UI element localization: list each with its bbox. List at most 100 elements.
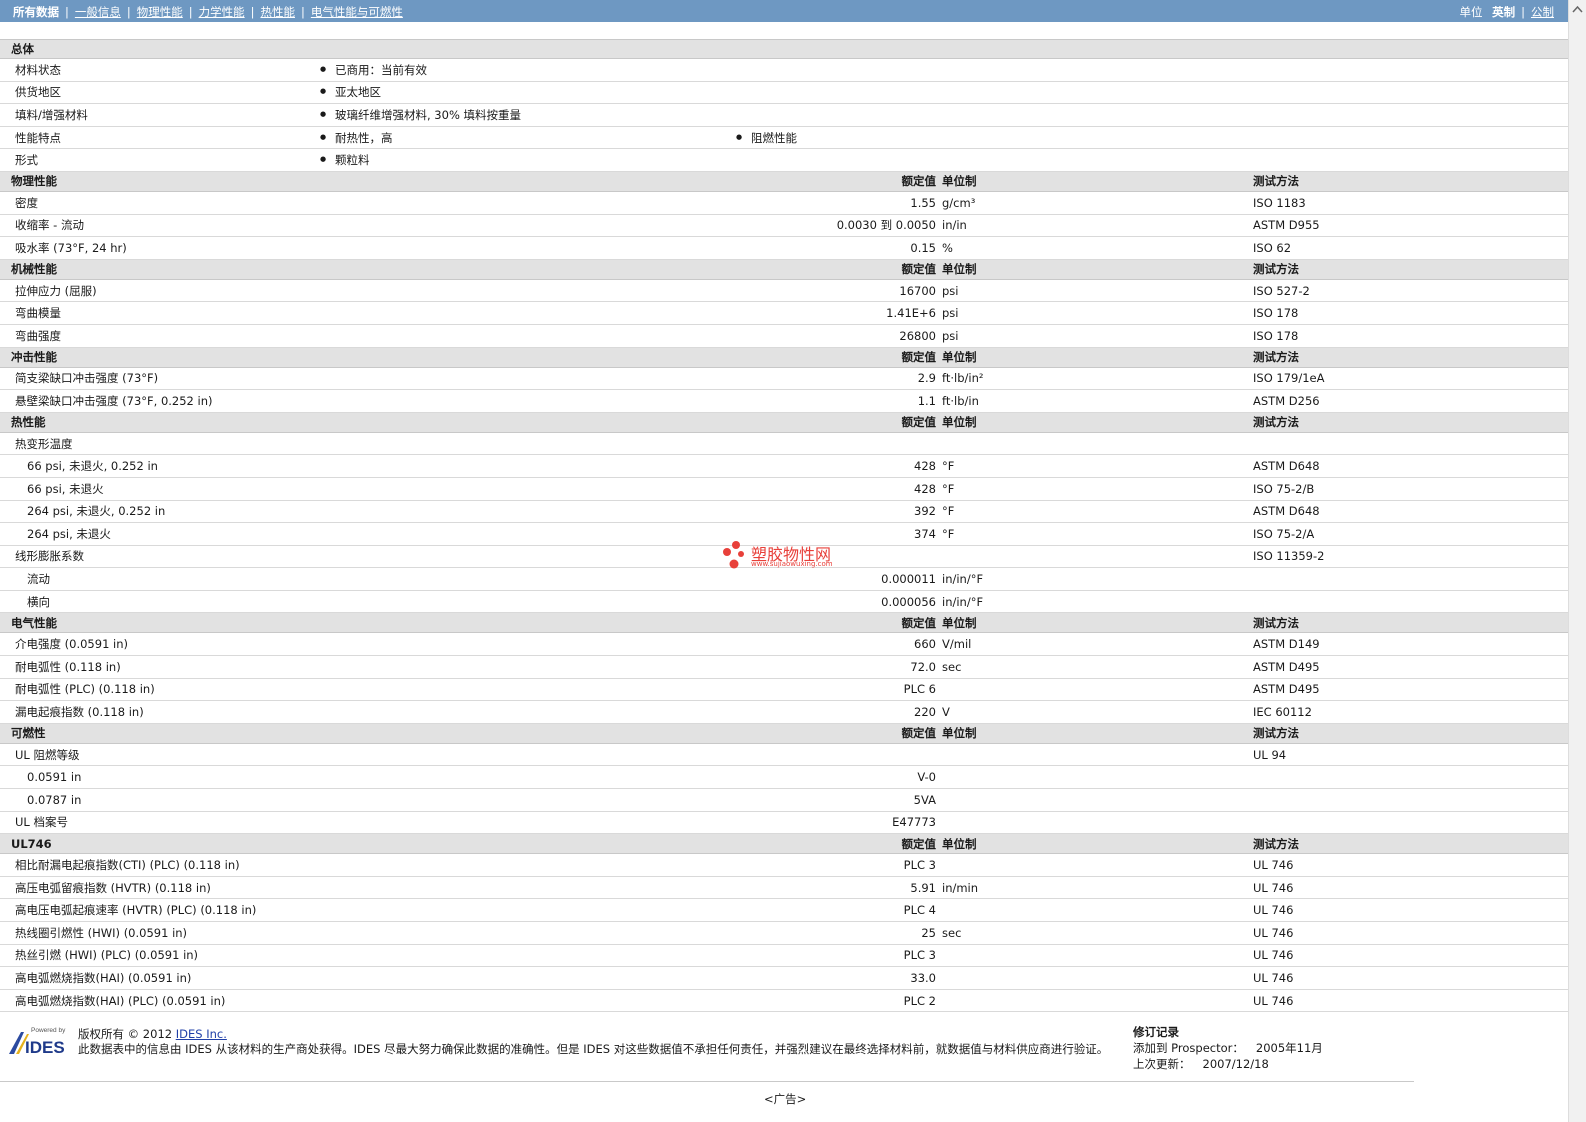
property-bullet-value: 颗粒料 xyxy=(320,152,369,168)
table-row: 0.0787 in 5VA xyxy=(0,789,1568,812)
test-method: ASTM D495 xyxy=(1253,682,1320,697)
property-value: 0.000011 xyxy=(881,572,936,587)
column-header-unit: 单位制 xyxy=(942,262,977,277)
property-unit: in/in/°F xyxy=(942,572,984,587)
property-label: 高压电弧留痕指数 (HVTR) (0.118 in) xyxy=(15,880,211,895)
property-unit: % xyxy=(942,240,953,255)
table-row: 拉伸应力 (屈服) 16700 psi ISO 527-2 xyxy=(0,280,1568,303)
property-value: 16700 xyxy=(899,283,936,298)
property-value: 660 xyxy=(914,637,936,652)
table-row: 流动 0.000011 in/in/°F xyxy=(0,568,1568,591)
table-row: 高电压电弧起痕速率 (HVTR) (PLC) (0.118 in) PLC 4 UL… xyxy=(0,899,1568,922)
nav-electrical-flammability[interactable]: 电气性能与可燃性 xyxy=(311,5,403,19)
test-method: ASTM D149 xyxy=(1253,637,1320,652)
nav-all-data[interactable]: 所有数据 xyxy=(13,5,59,19)
property-label: 形式 xyxy=(15,153,38,168)
test-method: ASTM D648 xyxy=(1253,459,1320,474)
revision-added-date: 2005年11月 xyxy=(1255,1041,1323,1055)
test-method: UL 746 xyxy=(1253,970,1294,985)
general-row: 供货地区 亚太地区 xyxy=(0,82,1568,105)
property-value: 0.15 xyxy=(910,240,936,255)
property-value: 26800 xyxy=(899,328,936,343)
general-row: 材料状态 已商用：当前有效 xyxy=(0,59,1568,82)
section-header: 物理性能 额定值 单位制 测试方法 xyxy=(0,171,1568,192)
property-label: 弯曲强度 xyxy=(15,328,61,343)
nav-general-info[interactable]: 一般信息 xyxy=(75,5,121,19)
property-label: 吸水率 (73°F, 24 hr) xyxy=(15,240,127,255)
column-header-value: 额定值 xyxy=(901,415,937,430)
table-row: UL 阻燃等级 UL 94 xyxy=(0,744,1568,767)
property-unit: in/min xyxy=(942,880,979,895)
footer: Powered by IDES 版权所有 © 2012 IDES Inc. 此数… xyxy=(0,1020,1568,1080)
property-label: 供货地区 xyxy=(15,85,61,100)
column-header-method: 测试方法 xyxy=(1253,262,1299,277)
property-label: 弯曲模量 xyxy=(15,306,61,321)
table-row: 密度 1.55 g/cm³ ISO 1183 xyxy=(0,192,1568,215)
test-method: ISO 178 xyxy=(1253,328,1299,343)
property-label: 介电强度 (0.0591 in) xyxy=(15,637,129,652)
property-label: 0.0591 in xyxy=(27,770,82,785)
general-row: 性能特点 耐热性，高 阻燃性能 xyxy=(0,127,1568,150)
nav-thermal[interactable]: 热性能 xyxy=(261,5,296,19)
property-unit: in/in/°F xyxy=(942,594,984,609)
property-label: 高电压电弧起痕速率 (HVTR) (PLC) (0.118 in) xyxy=(15,903,257,918)
property-value: 72.0 xyxy=(910,659,936,674)
table-row: 0.0591 in V-0 xyxy=(0,766,1568,790)
property-unit: ft·lb/in² xyxy=(942,371,984,386)
column-header-value: 额定值 xyxy=(901,174,937,189)
ides-company-link[interactable]: IDES Inc. xyxy=(176,1027,227,1041)
nav-physical[interactable]: 物理性能 xyxy=(137,5,183,19)
property-label: 流动 xyxy=(27,572,50,587)
nav-mechanical[interactable]: 力学性能 xyxy=(199,5,245,19)
property-bullet-value: 已商用：当前有效 xyxy=(320,62,427,78)
test-method: ISO 11359-2 xyxy=(1253,549,1325,564)
test-method: IEC 60112 xyxy=(1253,705,1312,720)
section-title: 热性能 xyxy=(11,415,46,430)
property-label: 材料状态 xyxy=(15,62,61,77)
table-row: 热丝引燃 (HWI) (PLC) (0.0591 in) PLC 3 UL 746 xyxy=(0,945,1568,968)
test-method: ASTM D495 xyxy=(1253,659,1320,674)
property-label: 66 psi, 未退火, 0.252 in xyxy=(27,459,158,474)
property-value: PLC 3 xyxy=(903,948,936,963)
watermark-url: www.sujiaowuxing.com xyxy=(751,560,833,568)
section-title: 电气性能 xyxy=(11,615,57,630)
revision-updated: 上次更新： 2007/12/18 xyxy=(1133,1056,1269,1072)
revision-updated-date: 2007/12/18 xyxy=(1202,1057,1269,1071)
table-row: 264 psi, 未退火, 0.252 in 392 °F ASTM D648 xyxy=(0,501,1568,524)
property-label: 264 psi, 未退火, 0.252 in xyxy=(27,504,166,519)
table-row: 弯曲模量 1.41E+6 psi ISO 178 xyxy=(0,302,1568,325)
table-row: 66 psi, 未退火, 0.252 in 428 °F ASTM D648 xyxy=(0,455,1568,478)
revision-history-title: 修订记录 xyxy=(1133,1025,1179,1039)
advertisement-placeholder[interactable]: <广告> xyxy=(764,1091,806,1107)
property-label: 66 psi, 未退火 xyxy=(27,481,104,496)
table-row: 耐电弧性 (PLC) (0.118 in) PLC 6 ASTM D495 xyxy=(0,679,1568,702)
test-method: ASTM D256 xyxy=(1253,393,1320,408)
scroll-up-arrow-icon[interactable] xyxy=(1572,4,1583,14)
vertical-scrollbar[interactable] xyxy=(1568,0,1586,1122)
datasheet-table: 总体 材料状态 已商用：当前有效供货地区 亚太地区填料/增强材料 玻璃纤维增强材料, … xyxy=(0,39,1568,1013)
unit-metric[interactable]: 公制 xyxy=(1531,5,1554,19)
column-header-value: 额定值 xyxy=(901,615,937,630)
units-label: 单位 xyxy=(1459,5,1483,19)
general-row: 填料/增强材料 玻璃纤维增强材料, 30% 填料按重量 xyxy=(0,104,1568,127)
section-header: 机械性能 额定值 单位制 测试方法 xyxy=(0,259,1568,280)
property-label: 收缩率 - 流动 xyxy=(15,218,84,233)
property-unit: V/mil xyxy=(942,637,972,652)
table-row: 收缩率 - 流动 0.0030 到 0.0050 in/in ASTM D955 xyxy=(0,215,1568,238)
logo-wordmark: IDES xyxy=(25,1038,65,1055)
property-value: 392 xyxy=(914,504,936,519)
property-label: UL 档案号 xyxy=(15,815,68,830)
unit-imperial[interactable]: 英制 xyxy=(1492,5,1515,19)
property-unit: psi xyxy=(942,328,959,343)
section-title: UL746 xyxy=(11,836,52,851)
property-sections: 物理性能 额定值 单位制 测试方法 密度 1.55 g/cm³ ISO 1183 收缩率 - 流… xyxy=(0,171,1568,1013)
column-header-unit: 单位制 xyxy=(942,836,977,851)
property-value: E47773 xyxy=(892,815,936,830)
test-method: ISO 527-2 xyxy=(1253,283,1310,298)
property-value: 1.55 xyxy=(910,195,936,210)
test-method: ISO 62 xyxy=(1253,240,1292,255)
property-unit: °F xyxy=(942,526,955,541)
property-value: 428 xyxy=(914,459,936,474)
test-method: UL 746 xyxy=(1253,993,1294,1008)
column-header-method: 测试方法 xyxy=(1253,350,1299,365)
